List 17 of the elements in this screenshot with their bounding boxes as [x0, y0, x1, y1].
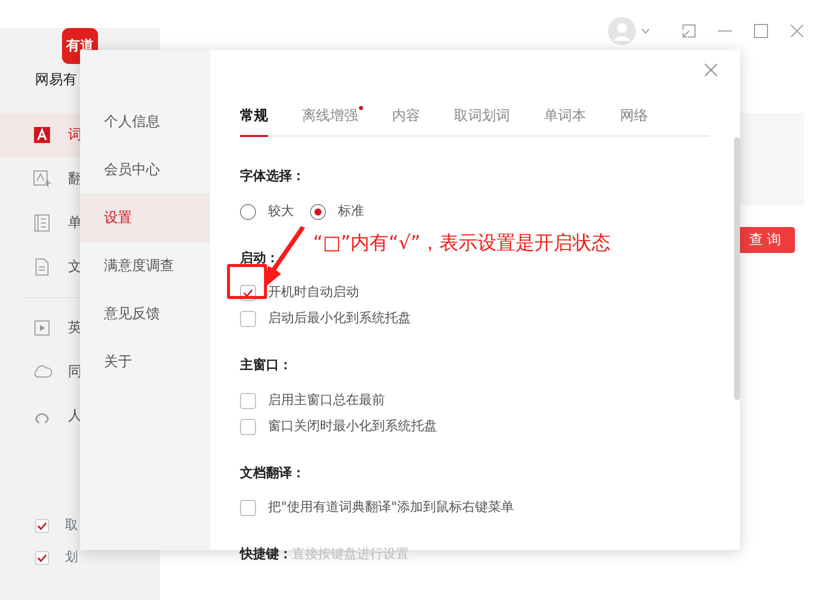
section-title: 文档翻译：: [240, 464, 305, 482]
checkbox-label: 启用主窗口总在最前: [268, 392, 385, 410]
section-title: 字体选择：: [240, 168, 305, 186]
checkbox-label: 把"使用有道词典翻译"添加到鼠标右键菜单: [268, 499, 514, 518]
checkbox-label: 取: [65, 517, 78, 536]
checkbox-label: 开机时自动启动: [268, 284, 359, 302]
annotation-text: “□”内有“√”，表示设置是开启状态: [313, 231, 610, 256]
app-name: 网易有: [35, 71, 78, 90]
checkbox-label: 窗口关闭时最小化到系统托盘: [268, 418, 437, 436]
section-title: 主窗口：: [240, 356, 292, 375]
checkbox-label: 划: [65, 549, 78, 568]
section-title: 启动：: [240, 250, 279, 268]
hint-text: 直接按键盘进行设置: [292, 546, 409, 564]
checkbox-label: 启动后最小化到系统托盘: [268, 310, 411, 328]
radio-label: 较大: [268, 202, 294, 221]
radio-label: 标准: [338, 202, 364, 221]
section-title: 快捷键：: [240, 546, 292, 564]
